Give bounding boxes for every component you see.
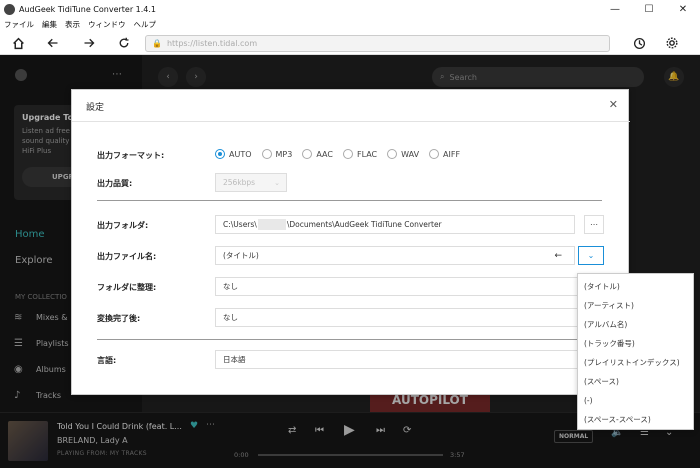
chevron-down-icon: ⌄ xyxy=(587,251,595,260)
folder-prefix: C:\Users\ xyxy=(223,220,257,229)
filename-label: 出力ファイル名: xyxy=(97,252,157,261)
filename-token-dropdown: (タイトル) (アーティスト) (アルバム名) (トラック番号) (プレイリスト… xyxy=(577,273,694,430)
app-icon xyxy=(4,3,15,15)
menu-bar: ファイル 編集 表示 ウィンドウ ヘルプ xyxy=(0,18,700,31)
dialog-title: 設定 xyxy=(86,103,105,113)
arrow-left-icon[interactable]: ← xyxy=(554,251,562,261)
nav-bar: 🔒 https://listen.tidal.com xyxy=(0,31,700,55)
window-controls: — ☐ ✕ xyxy=(598,0,700,18)
title-divider xyxy=(72,121,630,122)
close-icon[interactable]: ✕ xyxy=(609,98,618,111)
language-label: 言語: xyxy=(97,356,117,365)
home-button[interactable] xyxy=(9,34,27,52)
lock-icon: 🔒 xyxy=(152,39,162,48)
format-radio-group: AUTO MP3 AAC FLAC WAV AIFF xyxy=(215,149,470,159)
folder-label: 出力フォルダ: xyxy=(97,221,149,230)
arrow-right-icon xyxy=(84,38,95,48)
quality-select: 256kbps ⌄ xyxy=(215,173,287,192)
reload-icon xyxy=(119,37,129,48)
chevron-down-icon: ⌄ xyxy=(274,178,280,187)
filename-dropdown-button[interactable]: ⌄ xyxy=(578,246,604,265)
radio-label: WAV xyxy=(401,149,420,159)
language-select[interactable]: 日本語 xyxy=(215,350,605,369)
radio-label: AAC xyxy=(316,149,333,159)
radio-wav[interactable]: WAV xyxy=(387,149,419,159)
menu-file[interactable]: ファイル xyxy=(4,19,34,30)
dropdown-option[interactable]: (プレイリストインデックス) xyxy=(578,353,693,372)
radio-circle xyxy=(215,149,225,159)
history-button[interactable] xyxy=(630,34,648,52)
menu-window[interactable]: ウィンドウ xyxy=(88,19,126,30)
radio-auto[interactable]: AUTO xyxy=(215,149,252,159)
dropdown-option[interactable]: (スペース-スペース) xyxy=(578,410,693,429)
quality-value: 256kbps xyxy=(223,178,256,187)
after-conversion-select[interactable]: なし xyxy=(215,308,605,327)
radio-circle xyxy=(261,149,272,159)
language-value: 日本語 xyxy=(223,355,246,364)
redacted-username xyxy=(257,219,286,230)
format-label: 出力フォーマット: xyxy=(97,151,165,160)
url-text: https://listen.tidal.com xyxy=(166,39,258,48)
settings-dialog: 設定 ✕ 出力フォーマット: AUTO MP3 AAC FLAC WAV AIF… xyxy=(71,89,630,395)
history-icon xyxy=(633,37,645,49)
organize-label: フォルダに整理: xyxy=(97,283,157,292)
radio-aiff[interactable]: AIFF xyxy=(429,149,460,159)
dropdown-option[interactable]: (アーティスト) xyxy=(578,296,693,315)
url-bar[interactable]: 🔒 https://listen.tidal.com xyxy=(145,35,610,52)
output-folder-field[interactable]: C:\Users\ \Documents\AudGeek TidiTune Con… xyxy=(215,215,575,234)
reload-button[interactable] xyxy=(115,34,133,52)
radio-flac[interactable]: FLAC xyxy=(342,149,378,159)
gear-icon xyxy=(666,37,678,49)
organize-select[interactable]: なし xyxy=(215,277,605,296)
dropdown-option[interactable]: (トラック番号) xyxy=(578,334,693,353)
menu-edit[interactable]: 編集 xyxy=(42,19,57,30)
radio-circle xyxy=(302,149,313,159)
organize-value: なし xyxy=(223,282,238,291)
settings-button[interactable] xyxy=(663,34,681,52)
radio-label: FLAC xyxy=(356,149,378,159)
folder-suffix: \Documents\AudGeek TidiTune Converter xyxy=(286,220,442,229)
radio-circle xyxy=(387,149,398,159)
radio-circle xyxy=(342,149,353,159)
maximize-button[interactable]: ☐ xyxy=(632,0,666,18)
radio-label: MP3 xyxy=(275,149,293,159)
after-conversion-label: 変換完了後: xyxy=(97,314,141,323)
dropdown-option[interactable]: (スペース) xyxy=(578,372,693,391)
arrow-left-icon xyxy=(47,38,58,48)
back-button[interactable] xyxy=(44,34,62,52)
forward-button[interactable] xyxy=(80,34,98,52)
radio-label: AIFF xyxy=(443,149,461,159)
radio-circle xyxy=(429,149,440,159)
section-divider xyxy=(97,339,602,340)
dropdown-option[interactable]: (-) xyxy=(578,391,693,410)
dropdown-option[interactable]: (アルバム名) xyxy=(578,315,693,334)
title-bar: AudGeek TidiTune Converter 1.4.1 — ☐ ✕ xyxy=(0,0,700,18)
minimize-button[interactable]: — xyxy=(598,0,632,18)
menu-view[interactable]: 表示 xyxy=(65,19,80,30)
dropdown-option[interactable]: (タイトル) xyxy=(578,277,693,296)
close-window-button[interactable]: ✕ xyxy=(666,0,700,18)
radio-mp3[interactable]: MP3 xyxy=(261,149,293,159)
quality-label: 出力品質: xyxy=(97,179,133,188)
window-title: AudGeek TidiTune Converter 1.4.1 xyxy=(19,4,157,14)
radio-aac[interactable]: AAC xyxy=(302,149,333,159)
menu-help[interactable]: ヘルプ xyxy=(134,19,157,30)
radio-label: AUTO xyxy=(229,149,252,159)
filename-field[interactable]: (タイトル) ← xyxy=(215,246,575,265)
browse-folder-button[interactable]: ⋯ xyxy=(584,215,604,234)
after-conversion-value: なし xyxy=(223,313,238,322)
home-icon xyxy=(12,37,24,49)
filename-value: (タイトル) xyxy=(223,251,259,260)
section-divider xyxy=(97,200,602,201)
